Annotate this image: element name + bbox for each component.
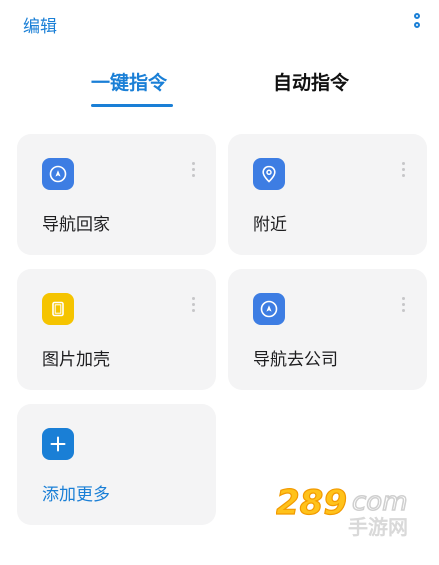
command-card-navigate-office[interactable]: 导航去公司	[228, 269, 427, 390]
card-label: 附近	[253, 215, 287, 235]
command-card-nearby[interactable]: 附近	[228, 134, 427, 255]
card-label: 导航去公司	[253, 350, 338, 370]
navigation-icon	[42, 158, 74, 190]
location-pin-icon	[253, 158, 285, 190]
watermark-number: 289	[276, 483, 347, 523]
card-menu-icon[interactable]	[400, 162, 406, 178]
plus-icon	[42, 428, 74, 460]
tab-bar: 一键指令 自动指令	[0, 62, 439, 110]
card-menu-icon[interactable]	[190, 162, 196, 178]
card-label: 导航回家	[42, 215, 110, 235]
add-more-label: 添加更多	[42, 485, 110, 505]
active-tab-indicator	[91, 104, 173, 107]
card-menu-icon[interactable]	[400, 297, 406, 313]
card-label: 图片加壳	[42, 350, 110, 370]
tab-auto-commands[interactable]: 自动指令	[273, 68, 349, 95]
command-card-navigate-home[interactable]: 导航回家	[17, 134, 216, 255]
image-frame-icon	[42, 293, 74, 325]
top-bar: 编辑	[0, 0, 439, 50]
tab-one-tap-commands[interactable]: 一键指令	[91, 68, 167, 95]
card-menu-icon[interactable]	[190, 297, 196, 313]
edit-button[interactable]: 编辑	[23, 12, 57, 37]
more-vertical-icon[interactable]	[410, 13, 424, 35]
navigation-icon	[253, 293, 285, 325]
watermark-text: 手游网	[348, 515, 408, 538]
watermark-logo: 289 com 手游网	[276, 482, 408, 538]
command-card-image-frame[interactable]: 图片加壳	[17, 269, 216, 390]
watermark-domain: com	[352, 487, 408, 517]
add-more-card[interactable]: 添加更多	[17, 404, 216, 525]
